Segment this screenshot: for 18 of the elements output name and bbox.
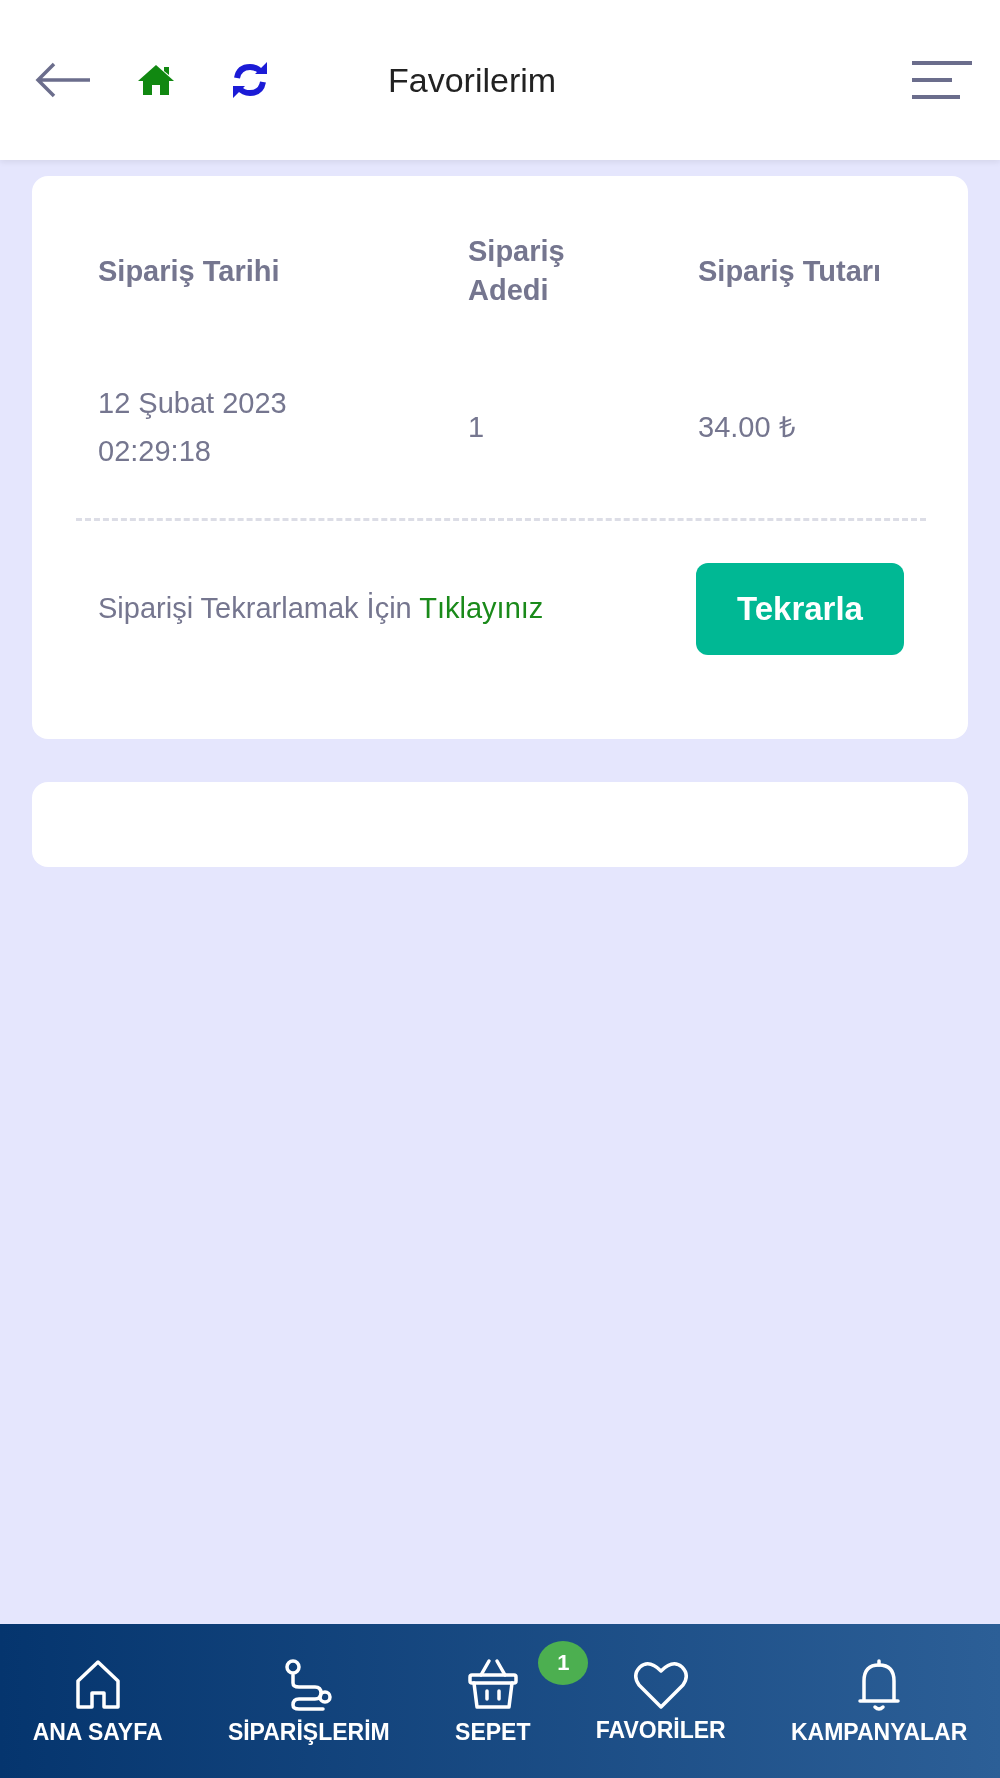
refresh-button[interactable] — [230, 60, 270, 100]
repeat-hint: Siparişi Tekrarlamak İçin Tıklayınız — [98, 592, 544, 626]
home-button[interactable] — [136, 63, 176, 97]
column-header: Sipariş Adedi — [468, 234, 566, 309]
table-cell-text: 34.00 ₺ — [698, 410, 797, 446]
column-header: Sipariş Tutarı — [698, 253, 883, 289]
nav-item[interactable]: FAVORİLER — [595, 1658, 726, 1744]
nav-item[interactable]: KAMPANYALAR — [791, 1656, 968, 1746]
cart-count-badge: 1 — [538, 1640, 589, 1685]
repeat-link[interactable]: Tıklayınız — [419, 592, 544, 625]
table-cell-text: 12 Şubat 2023 02:29:18 — [98, 386, 288, 470]
column-header: Sipariş Tarihi — [98, 253, 281, 289]
table-cell-text: 1 — [468, 410, 486, 446]
back-button[interactable] — [34, 60, 92, 100]
page-title: Favorilerim — [388, 60, 558, 100]
nav-item[interactable]: ANA SAYFA — [32, 1656, 163, 1746]
nav-item[interactable]: SİPARİŞLERİM — [227, 1656, 390, 1746]
menu-button[interactable] — [912, 60, 972, 100]
